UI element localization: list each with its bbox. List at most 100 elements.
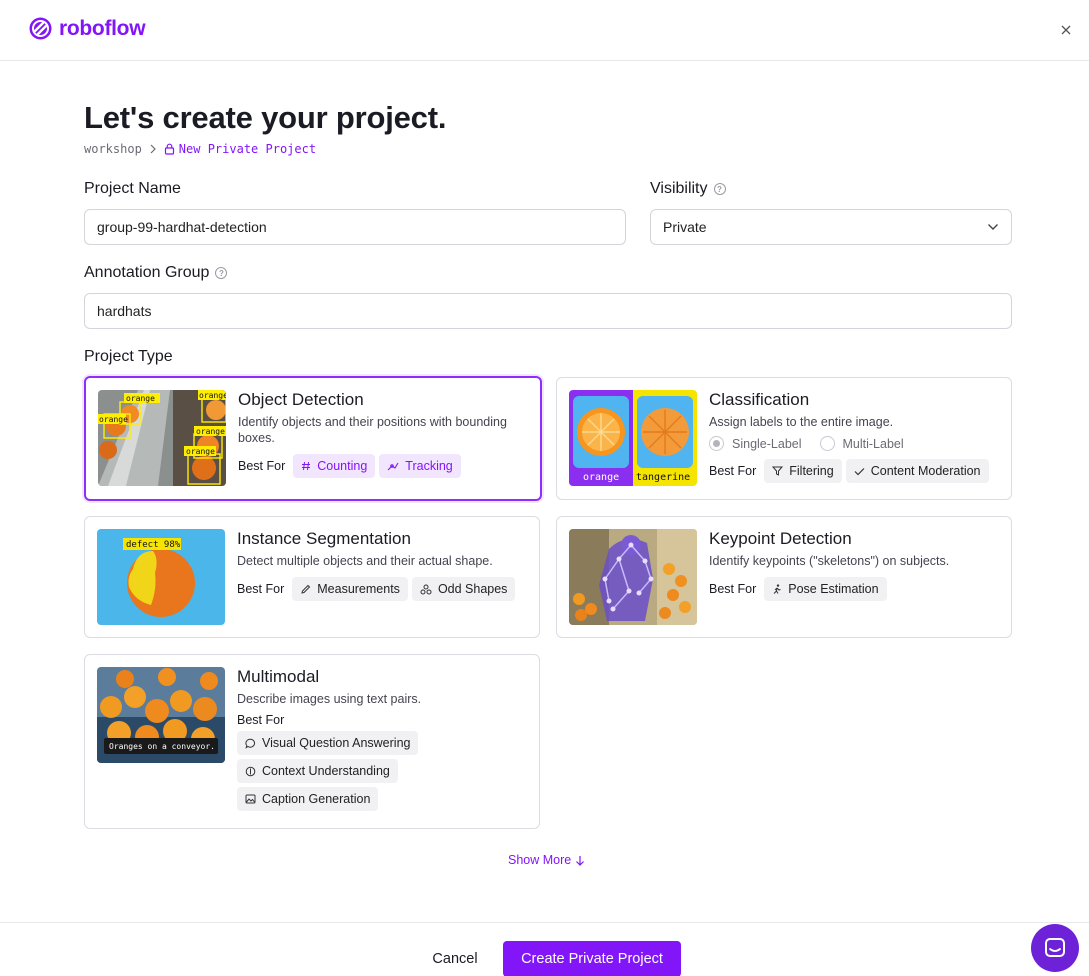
- tag-label: Visual Question Answering: [262, 736, 411, 750]
- keypoint-detection-title: Keypoint Detection: [709, 529, 852, 548]
- radio-single-label[interactable]: Single-Label: [709, 436, 802, 451]
- instance-segmentation-best-for: Best For Measurements Odd Shapes: [237, 577, 527, 601]
- tag-context-understanding: Context Understanding: [237, 759, 398, 783]
- close-icon: [1061, 25, 1071, 35]
- radio-indicator: [709, 436, 724, 451]
- filter-icon: [772, 466, 784, 476]
- visibility-label: Visibility ?: [650, 180, 726, 198]
- classification-description: Assign labels to the entire image.: [709, 415, 894, 429]
- thumb-label: orange: [99, 415, 128, 424]
- card-object-detection[interactable]: orange orange orange orange orange Objec…: [84, 376, 542, 501]
- label-mode-radios: Single-Label Multi-Label: [709, 436, 999, 451]
- shapes-icon: [420, 584, 432, 594]
- radio-indicator: [819, 436, 835, 451]
- tag-label: Counting: [317, 459, 368, 473]
- tag-label: Filtering: [789, 464, 834, 478]
- breadcrumb-current: New Private Project: [164, 142, 316, 156]
- visibility-select[interactable]: Private: [650, 209, 1012, 245]
- annotation-group-label: Annotation Group ?: [84, 264, 228, 282]
- tag-odd-shapes: Odd Shapes: [411, 577, 516, 601]
- best-for-label: Best For: [709, 582, 757, 596]
- instance-segmentation-body: Instance Segmentation Detect multiple ob…: [237, 529, 527, 601]
- hash-icon: [302, 461, 311, 471]
- keypoint-detection-thumbnail: [569, 529, 697, 625]
- classification-thumbnail: orange tangerine: [569, 390, 697, 486]
- tag-counting: Counting: [293, 454, 376, 478]
- instance-segmentation-thumbnail: defect 98%: [97, 529, 225, 625]
- multimodal-thumbnail: Oranges on a conveyor.: [97, 667, 225, 763]
- radio-multi-label[interactable]: Multi-Label: [819, 436, 904, 451]
- tag-content-moderation: Content Moderation: [845, 459, 989, 483]
- roboflow-logo[interactable]: roboflow: [28, 16, 146, 41]
- project-type-label-text: Project Type: [84, 348, 173, 365]
- keypoint-detection-description: Identify keypoints ("skeletons") on subj…: [709, 554, 950, 568]
- thumb-caption: Oranges on a conveyor.: [109, 742, 215, 751]
- thumb-label: orange: [186, 447, 215, 456]
- tag-measurements: Measurements: [292, 577, 408, 601]
- thumb-label: orange: [126, 394, 155, 403]
- thumb-label: defect 98%: [126, 540, 181, 550]
- tag-label: Context Understanding: [262, 764, 390, 778]
- annotation-group-input[interactable]: [84, 293, 1012, 329]
- cancel-button[interactable]: Cancel: [420, 941, 490, 976]
- breadcrumb-current-label: New Private Project: [178, 142, 317, 156]
- classification-body: Classification Assign labels to the enti…: [709, 390, 999, 483]
- multimodal-body: Multimodal Describe images using text pa…: [237, 667, 527, 811]
- classification-best-for: Best For Filtering Content Moderation: [709, 459, 999, 483]
- footer-bar: Cancel Create Private Project: [0, 922, 1089, 976]
- project-name-label-text: Project Name: [84, 180, 181, 197]
- radio-label: Multi-Label: [842, 436, 904, 451]
- top-bar: roboflow: [0, 0, 1089, 61]
- tag-label: Odd Shapes: [437, 582, 508, 596]
- card-multimodal[interactable]: Oranges on a conveyor. Multimodal Descri…: [84, 654, 540, 829]
- image-icon: [245, 794, 256, 804]
- help-circle-icon[interactable]: ?: [713, 183, 726, 195]
- tag-label: Measurements: [317, 582, 400, 596]
- multimodal-tags: Visual Question Answering Context Unders…: [237, 731, 527, 811]
- multimodal-description: Describe images using text pairs.: [237, 692, 422, 706]
- lightbulb-icon: [245, 766, 256, 776]
- chat-bubble-icon: [245, 738, 256, 749]
- annotation-group-label-text: Annotation Group: [84, 264, 210, 281]
- card-keypoint-detection[interactable]: Keypoint Detection Identify keypoints ("…: [556, 516, 1012, 638]
- best-for-label: Best For: [238, 459, 286, 473]
- project-type-label: Project Type: [84, 348, 173, 366]
- arrow-down-icon: [576, 855, 585, 866]
- instance-segmentation-title: Instance Segmentation: [237, 529, 411, 548]
- pencil-icon: [301, 584, 311, 594]
- support-chat-button[interactable]: [1031, 924, 1079, 972]
- instance-segmentation-description: Detect multiple objects and their actual…: [237, 554, 493, 568]
- page-title: Let's create your project.: [84, 100, 447, 135]
- show-more-button[interactable]: Show More: [508, 853, 585, 867]
- chevron-right-icon: [150, 144, 156, 154]
- project-name-input[interactable]: [84, 209, 626, 245]
- thumb-label: orange: [196, 427, 225, 436]
- running-person-icon: [773, 583, 781, 594]
- object-detection-body: Object Detection Identify objects and th…: [238, 390, 528, 478]
- chat-icon: [1045, 938, 1065, 957]
- tag-label: Content Moderation: [870, 464, 981, 478]
- card-instance-segmentation[interactable]: defect 98% Instance Segmentation Detect …: [84, 516, 540, 638]
- best-for-label: Best For: [237, 713, 285, 727]
- keypoint-detection-body: Keypoint Detection Identify keypoints ("…: [709, 529, 999, 601]
- tag-label: Caption Generation: [262, 792, 371, 806]
- tag-pose-estimation: Pose Estimation: [764, 577, 887, 601]
- object-detection-thumbnail: orange orange orange orange orange: [98, 390, 226, 486]
- help-circle-icon[interactable]: ?: [215, 267, 228, 279]
- create-project-button[interactable]: Create Private Project: [503, 941, 681, 976]
- multimodal-title: Multimodal: [237, 667, 320, 686]
- object-detection-best-for: Best For Counting Tracking: [238, 454, 528, 478]
- card-classification[interactable]: orange tangerine Classification Assign l…: [556, 377, 1012, 500]
- tag-label: Tracking: [405, 459, 453, 473]
- classification-title: Classification: [709, 390, 810, 409]
- project-name-label: Project Name: [84, 180, 181, 198]
- close-button[interactable]: [1057, 21, 1075, 39]
- lock-icon: [164, 143, 174, 155]
- tag-filtering: Filtering: [764, 459, 842, 483]
- breadcrumb: workshop New Private Project: [84, 142, 316, 156]
- tag-tracking: Tracking: [379, 454, 461, 478]
- visibility-value: Private: [663, 219, 707, 235]
- breadcrumb-workspace[interactable]: workshop: [84, 142, 142, 156]
- thumb-label: orange: [199, 391, 226, 400]
- logo-text: roboflow: [59, 16, 146, 40]
